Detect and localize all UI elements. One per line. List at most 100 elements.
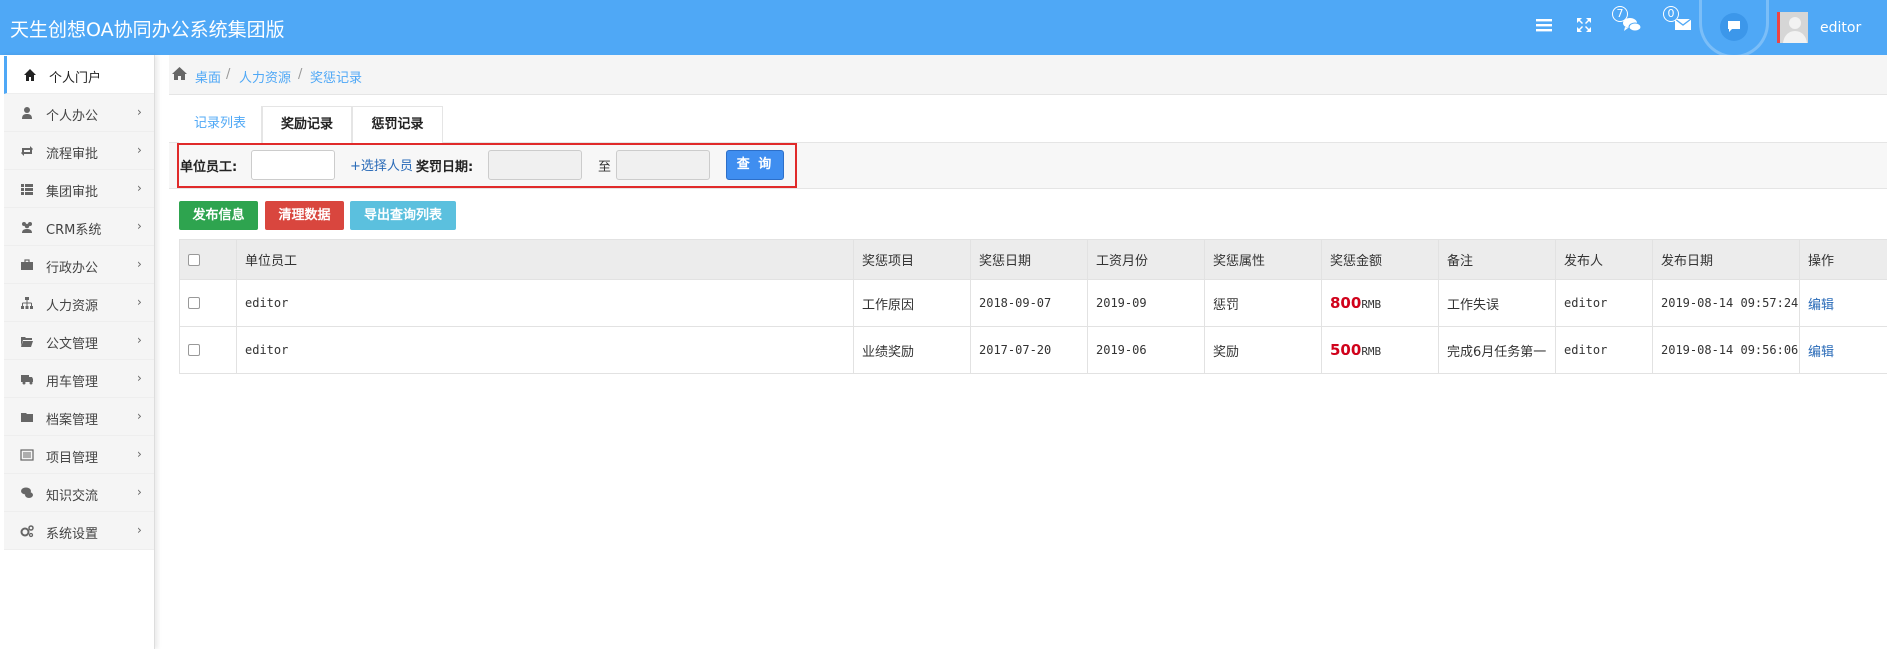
breadcrumb: 桌面 / 人力资源 / 奖惩记录 — [169, 55, 1887, 95]
sidebar-item-portal[interactable]: 个人门户 — [4, 56, 154, 94]
edit-link[interactable]: 编辑 — [1808, 298, 1834, 313]
select-all-checkbox[interactable] — [188, 253, 200, 266]
sidebar-item-label: 流程审批 — [46, 147, 99, 162]
cell-note: 工作失误 — [1438, 279, 1556, 327]
cell-date: 2017-07-20 — [970, 326, 1088, 374]
edit-link[interactable]: 编辑 — [1808, 345, 1834, 360]
cell-attr: 惩罚 — [1204, 279, 1322, 327]
sidebar-item-hr[interactable]: 人力资源 › — [4, 284, 154, 322]
row-checkbox-cell[interactable] — [179, 326, 237, 374]
cell-amount: 800RMB — [1321, 279, 1439, 327]
username[interactable]: editor — [1820, 20, 1861, 36]
tab-record-list[interactable]: 记录列表 — [179, 106, 262, 143]
sidebar-item-group-approval[interactable]: 集团审批 › — [4, 170, 154, 208]
breadcrumb-desktop[interactable]: 桌面 — [195, 67, 221, 86]
cell-amount: 500RMB — [1321, 326, 1439, 374]
chevron-right-icon: › — [137, 485, 142, 499]
col-amount: 奖惩金额 — [1321, 239, 1439, 280]
sidebar-item-archives[interactable]: 档案管理 › — [4, 398, 154, 436]
table-row: editor 工作原因 2018-09-07 2019-09 惩罚 800RMB… — [179, 279, 1887, 327]
date-to-input[interactable] — [616, 150, 710, 180]
export-list-button[interactable]: 导出查询列表 — [350, 201, 456, 230]
date-from-input[interactable] — [488, 150, 582, 180]
home-icon[interactable] — [171, 66, 188, 85]
sidebar-item-label: 行政办公 — [46, 261, 99, 276]
sidebar-item-label: 个人门户 — [49, 71, 102, 86]
col-salary-month: 工资月份 — [1087, 239, 1205, 280]
chevron-right-icon: › — [137, 523, 142, 537]
user-avatar[interactable] — [1777, 12, 1808, 43]
fullscreen-icon[interactable] — [1573, 16, 1595, 38]
cell-salary-month: 2019-06 — [1087, 326, 1205, 374]
cell-employee: editor — [236, 279, 854, 327]
sidebar-item-label: 知识交流 — [46, 489, 99, 504]
employee-input[interactable] — [251, 150, 335, 180]
user-icon — [20, 106, 34, 120]
chevron-right-icon: › — [137, 219, 142, 233]
sidebar-item-knowledge[interactable]: 知识交流 › — [4, 474, 154, 512]
table-row: editor 业绩奖励 2017-07-20 2019-06 奖励 500RMB… — [179, 326, 1887, 374]
cell-attr: 奖励 — [1204, 326, 1322, 374]
sidebar-item-personal-office[interactable]: 个人办公 › — [4, 94, 154, 132]
chat-button[interactable] — [1702, 0, 1766, 55]
sidebar-item-workflow[interactable]: 流程审批 › — [4, 132, 154, 170]
cell-operation: 编辑 — [1799, 326, 1887, 374]
menu-toggle-icon[interactable] — [1533, 16, 1555, 38]
retweet-icon — [20, 144, 34, 158]
clear-data-button[interactable]: 清理数据 — [265, 201, 344, 230]
sidebar-item-label: 档案管理 — [46, 413, 99, 428]
chevron-right-icon: › — [137, 257, 142, 271]
folder-open-icon — [20, 334, 34, 348]
row-checkbox[interactable] — [188, 344, 200, 356]
date-label: 奖罚日期: — [416, 160, 474, 175]
tab-penalty-records[interactable]: 惩罚记录 — [352, 106, 443, 143]
sidebar-item-crm[interactable]: CRM系统 › — [4, 208, 154, 246]
cell-publisher: editor — [1555, 326, 1653, 374]
amount-unit: RMB — [1361, 345, 1382, 358]
messages-count-badge: 7 — [1612, 6, 1628, 22]
breadcrumb-current: 奖惩记录 — [310, 71, 363, 86]
chat-bubble-icon — [1720, 13, 1748, 41]
list-icon — [20, 182, 34, 196]
cell-publisher: editor — [1555, 279, 1653, 327]
col-publish-date: 发布日期 — [1652, 239, 1800, 280]
employee-label: 单位员工: — [180, 160, 238, 175]
amount-value: 500 — [1330, 341, 1362, 359]
cell-publish-date: 2019-08-14 09:57:24 — [1652, 279, 1800, 327]
sitemap-icon — [20, 296, 34, 310]
home-icon — [23, 68, 37, 82]
sidebar: 个人门户 个人办公 › 流程审批 › 集团审批 › CRM系统 › 行政办公 ›… — [0, 55, 155, 649]
sidebar-item-projects[interactable]: 项目管理 › — [4, 436, 154, 474]
cell-item: 工作原因 — [853, 279, 971, 327]
records-table: 单位员工 奖惩项目 奖惩日期 工资月份 奖惩属性 奖惩金额 备注 发布人 发布日… — [179, 239, 1887, 374]
sidebar-item-label: 用车管理 — [46, 375, 99, 390]
cell-publish-date: 2019-08-14 09:56:06 — [1652, 326, 1800, 374]
sidebar-item-label: 公文管理 — [46, 337, 99, 352]
chevron-right-icon: › — [137, 143, 142, 157]
select-person-link[interactable]: +选择人员 — [350, 155, 413, 174]
breadcrumb-hr[interactable]: 人力资源 — [239, 67, 291, 86]
query-button[interactable]: 查 询 — [726, 150, 784, 180]
sidebar-item-vehicles[interactable]: 用车管理 › — [4, 360, 154, 398]
amount-unit: RMB — [1361, 298, 1382, 311]
tab-reward-records[interactable]: 奖励记录 — [262, 106, 352, 143]
cell-date: 2018-09-07 — [970, 279, 1088, 327]
select-all-cell[interactable] — [179, 239, 237, 280]
sidebar-item-label: 系统设置 — [46, 527, 99, 542]
row-checkbox-cell[interactable] — [179, 279, 237, 327]
chevron-right-icon: › — [137, 409, 142, 423]
cell-item: 业绩奖励 — [853, 326, 971, 374]
breadcrumb-separator: / — [226, 67, 231, 82]
sidebar-item-settings[interactable]: 系统设置 › — [4, 512, 154, 550]
col-date: 奖惩日期 — [970, 239, 1088, 280]
cell-employee: editor — [236, 326, 854, 374]
row-checkbox[interactable] — [188, 297, 200, 309]
folder-icon — [20, 410, 34, 424]
sidebar-item-label: 项目管理 — [46, 451, 99, 466]
cell-salary-month: 2019-09 — [1087, 279, 1205, 327]
sidebar-item-admin-office[interactable]: 行政办公 › — [4, 246, 154, 284]
chevron-right-icon: › — [137, 105, 142, 119]
sidebar-item-documents[interactable]: 公文管理 › — [4, 322, 154, 360]
chevron-right-icon: › — [137, 181, 142, 195]
publish-button[interactable]: 发布信息 — [179, 201, 258, 230]
